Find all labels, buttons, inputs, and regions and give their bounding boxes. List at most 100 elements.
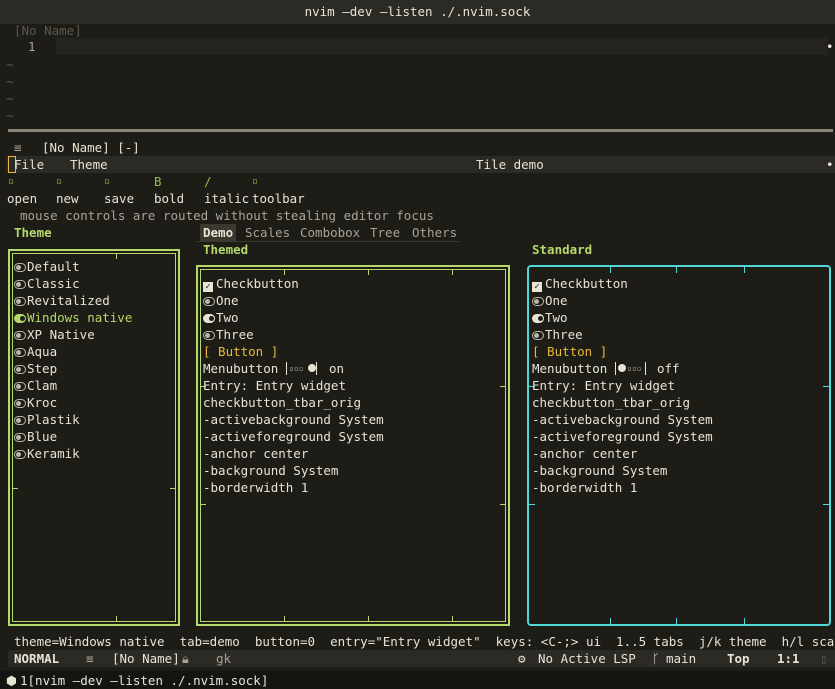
git-branch: main bbox=[666, 651, 697, 666]
toolbar-hint: mouse controls are routed without steali… bbox=[20, 208, 434, 223]
status-text: theme=Windows native tab=demo button=0 e… bbox=[14, 634, 835, 649]
toggle-track-icon: ▫▫▫ bbox=[627, 364, 642, 373]
menu-theme[interactable]: Theme bbox=[70, 156, 108, 173]
terminal-tab[interactable]: 1[nvim —dev —listen ./.nvim.sock] bbox=[20, 672, 268, 689]
toolbar-italic-button[interactable]: italic bbox=[204, 190, 249, 207]
tilde-line: ~ bbox=[6, 91, 14, 106]
menubar bbox=[6, 156, 835, 173]
themed-prop: -activeforeground System bbox=[203, 429, 384, 444]
standard-prop: -activeforeground System bbox=[532, 429, 713, 444]
themed-checkbutton[interactable]: ✓ Checkbutton bbox=[203, 275, 299, 292]
themed-prop: -anchor center bbox=[203, 446, 309, 461]
radio-selected-icon bbox=[14, 314, 26, 323]
theme-option[interactable]: Keramik bbox=[14, 445, 80, 462]
standard-prop: checkbutton_tbar_orig bbox=[532, 395, 691, 410]
radio-icon bbox=[14, 416, 26, 425]
tab-tree[interactable]: Tree bbox=[370, 224, 400, 241]
current-line[interactable] bbox=[56, 38, 828, 55]
standard-checkbutton[interactable]: ✓ Checkbutton bbox=[532, 275, 628, 292]
theme-option[interactable]: Clam bbox=[14, 377, 57, 394]
theme-option-label: XP Native bbox=[27, 327, 95, 342]
toolbar-open-button[interactable]: open bbox=[7, 190, 37, 207]
themed-prop: -background System bbox=[203, 463, 339, 478]
standard-radio-two[interactable]: Two bbox=[532, 309, 568, 326]
standard-toggle-switch[interactable]: ▫▫▫ bbox=[615, 362, 646, 375]
theme-option[interactable]: Classic bbox=[14, 275, 80, 292]
checkbox-icon: ✓ bbox=[203, 282, 213, 292]
theme-option[interactable]: Blue bbox=[14, 428, 57, 445]
lsp-status: No Active LSP bbox=[538, 651, 636, 666]
tilde-line: ~ bbox=[6, 108, 14, 123]
tab-others[interactable]: Others bbox=[412, 224, 457, 241]
theme-option[interactable]: Step bbox=[14, 360, 57, 377]
radio-label: Two bbox=[216, 310, 239, 325]
toggle-knob-icon bbox=[618, 364, 626, 372]
theme-option-label: Kroc bbox=[27, 395, 58, 410]
menubutton-label: Menubutton bbox=[203, 361, 279, 376]
terminal-tab-icon: ⬢ bbox=[6, 673, 17, 688]
tab-demo[interactable]: Demo bbox=[200, 224, 237, 241]
top-buffer-name: [No Name] bbox=[14, 23, 82, 38]
toolbar-bold-button[interactable]: bold bbox=[154, 190, 184, 207]
standard-menubutton-state: off bbox=[657, 361, 680, 376]
standard-radio-one[interactable]: One bbox=[532, 292, 568, 309]
italic-icon[interactable]: / bbox=[204, 173, 212, 190]
theme-option-label: Windows native bbox=[27, 310, 133, 325]
theme-option-label: Blue bbox=[27, 429, 58, 444]
menu-file[interactable]: File bbox=[14, 156, 44, 173]
themed-heading: Themed bbox=[203, 242, 249, 257]
new-icon[interactable]: ▫ bbox=[56, 173, 62, 190]
themed-button[interactable]: [ Button ] bbox=[203, 343, 278, 360]
themed-menubutton-state: on bbox=[329, 361, 345, 376]
checkbox-icon: ✓ bbox=[532, 282, 542, 292]
bold-icon[interactable]: B bbox=[154, 173, 162, 190]
scroll-position: Top bbox=[727, 651, 750, 666]
standard-entry[interactable]: Entry: Entry widget bbox=[532, 377, 675, 394]
toolbar-icon[interactable]: ▫ bbox=[252, 173, 258, 190]
theme-heading: Theme bbox=[14, 225, 52, 240]
tab-combobox[interactable]: Combobox bbox=[300, 224, 360, 241]
radio-icon bbox=[532, 297, 544, 306]
radio-label: Three bbox=[216, 327, 254, 342]
themed-radio-two[interactable]: Two bbox=[203, 309, 239, 326]
toolbar-new-button[interactable]: new bbox=[56, 190, 79, 207]
standard-button[interactable]: [ Button ] bbox=[532, 343, 607, 360]
theme-option-label: Revitalized bbox=[27, 293, 110, 308]
themed-radio-one[interactable]: One bbox=[203, 292, 239, 309]
radio-icon bbox=[203, 297, 215, 306]
theme-option[interactable]: Default bbox=[14, 258, 80, 275]
window-separator[interactable] bbox=[8, 129, 833, 132]
standard-prop: -background System bbox=[532, 463, 668, 478]
theme-option[interactable]: Aqua bbox=[14, 343, 57, 360]
standard-checkbutton-label: Checkbutton bbox=[545, 276, 628, 291]
theme-option[interactable]: Revitalized bbox=[14, 292, 110, 309]
radio-icon bbox=[532, 331, 544, 340]
radio-icon bbox=[14, 399, 26, 408]
save-icon[interactable]: ▫ bbox=[104, 173, 110, 190]
themed-radio-three[interactable]: Three bbox=[203, 326, 254, 343]
menu-icon: ≡ bbox=[14, 140, 22, 155]
standard-radio-three[interactable]: Three bbox=[532, 326, 583, 343]
scroll-marker-icon: • bbox=[826, 157, 834, 172]
theme-option[interactable]: Kroc bbox=[14, 394, 57, 411]
radio-icon bbox=[14, 280, 26, 289]
theme-option[interactable]: XP Native bbox=[14, 326, 95, 343]
theme-option[interactable]: Plastik bbox=[14, 411, 80, 428]
radio-icon bbox=[14, 297, 26, 306]
themed-menubutton[interactable]: Menubutton bbox=[203, 360, 278, 377]
theme-option-label: Plastik bbox=[27, 412, 80, 427]
toolbar-save-button[interactable]: save bbox=[104, 190, 134, 207]
themed-toggle-switch[interactable]: ▫▫▫ bbox=[286, 362, 317, 375]
theme-option[interactable]: Windows native bbox=[14, 309, 132, 326]
tilde-line: ~ bbox=[6, 74, 14, 89]
standard-menubutton[interactable]: Menubutton bbox=[532, 360, 607, 377]
standard-prop: -borderwidth 1 bbox=[532, 480, 638, 495]
radio-selected-icon bbox=[532, 314, 544, 323]
cursor-position: 1:1 bbox=[777, 651, 800, 666]
toolbar-toolbar-button[interactable]: toolbar bbox=[252, 190, 305, 207]
theme-option-label: Keramik bbox=[27, 446, 80, 461]
themed-prop: -borderwidth 1 bbox=[203, 480, 309, 495]
open-icon[interactable]: ▫ bbox=[8, 173, 14, 190]
themed-entry[interactable]: Entry: Entry widget bbox=[203, 377, 346, 394]
tab-scales[interactable]: Scales bbox=[245, 224, 290, 241]
